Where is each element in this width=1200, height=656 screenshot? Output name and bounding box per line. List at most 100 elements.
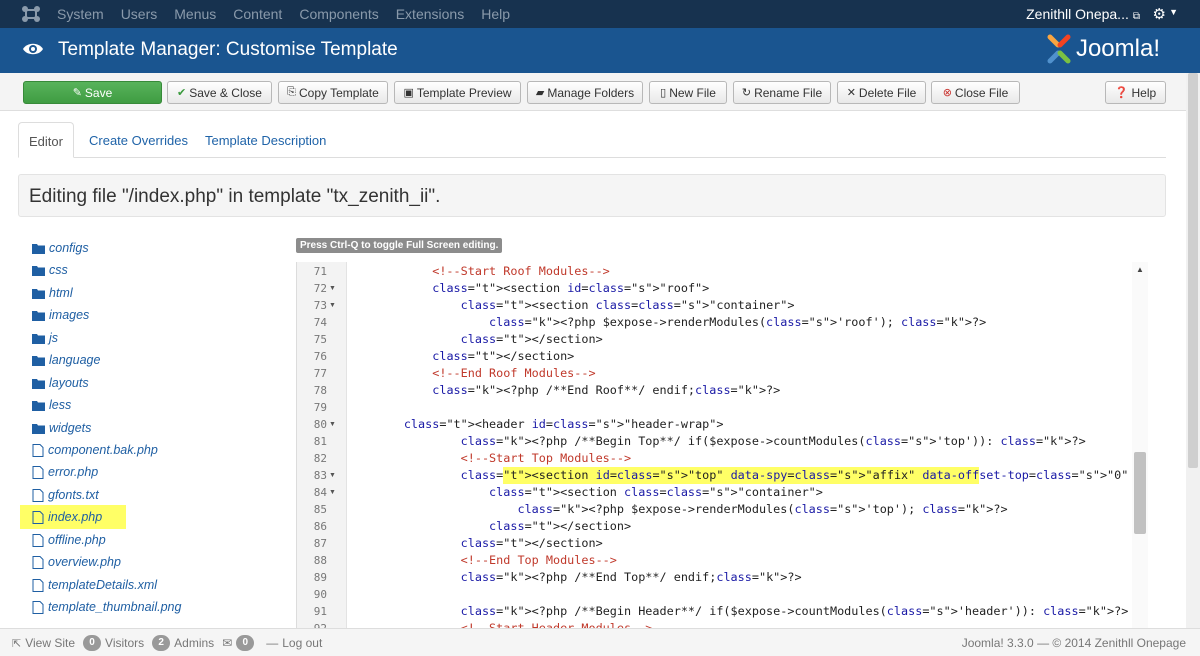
tree-folder-widgets[interactable]: widgets bbox=[32, 418, 91, 438]
menu-components[interactable]: Components bbox=[299, 6, 378, 22]
fold-arrow-icon[interactable]: ▼ bbox=[329, 467, 336, 484]
code-line[interactable]: class="t"><section class=class="s">"cont… bbox=[347, 297, 795, 314]
tree-file-template-thumbnail[interactable]: template_thumbnail.png bbox=[32, 597, 181, 617]
editor-scrollbar[interactable]: ▲ bbox=[1132, 262, 1148, 628]
check-icon: ✔ bbox=[177, 87, 187, 99]
close-file-button[interactable]: ⊗ Close File bbox=[931, 81, 1020, 104]
tree-file-offline[interactable]: offline.php bbox=[32, 530, 106, 550]
tree-folder-css[interactable]: css bbox=[32, 260, 68, 280]
tree-folder-layouts[interactable]: layouts bbox=[32, 373, 89, 393]
code-line[interactable]: class="t"></section> bbox=[347, 331, 603, 348]
cancel-circle-icon: ⊗ bbox=[942, 87, 952, 99]
tree-file-overview[interactable]: overview.php bbox=[32, 552, 121, 572]
editing-info-text: Editing file "/index.php" in template "t… bbox=[29, 186, 441, 207]
manage-folders-button[interactable]: ▰ Manage Folders bbox=[527, 81, 643, 104]
tab-template-description[interactable]: Template Description bbox=[205, 122, 326, 158]
tree-folder-language[interactable]: language bbox=[32, 350, 100, 370]
tree-folder-images[interactable]: images bbox=[32, 305, 89, 325]
tree-item-label: less bbox=[49, 398, 72, 412]
line-number: 92 bbox=[297, 620, 327, 628]
code-line[interactable]: class="k"><?php /**End Top**/ endif;clas… bbox=[347, 569, 802, 586]
tree-file-index-selected[interactable]: index.php bbox=[20, 505, 126, 529]
folder-icon bbox=[32, 288, 45, 299]
fold-arrow-icon[interactable]: ▼ bbox=[329, 416, 336, 433]
admins-label: Admins bbox=[174, 636, 215, 650]
copy-template-label: Copy Template bbox=[298, 85, 379, 100]
code-line[interactable]: <!--End Top Modules--> bbox=[347, 552, 617, 569]
new-file-button[interactable]: ▯ New File bbox=[649, 81, 727, 104]
tree-folder-configs[interactable]: configs bbox=[32, 238, 89, 258]
code-line[interactable]: class="t"></section> bbox=[347, 518, 631, 535]
page-scrollbar[interactable] bbox=[1186, 73, 1200, 628]
code-line[interactable]: <!--End Roof Modules--> bbox=[347, 365, 595, 382]
tab-create-overrides[interactable]: Create Overrides bbox=[89, 122, 188, 158]
tree-file-component-bak[interactable]: component.bak.php bbox=[32, 440, 158, 460]
copy-template-button[interactable]: ⎘ Copy Template bbox=[278, 81, 388, 104]
menu-menus[interactable]: Menus bbox=[174, 6, 216, 22]
line-number: 87 bbox=[313, 537, 327, 550]
code-line[interactable]: class="k"><?php $expose->renderModules(c… bbox=[347, 314, 986, 331]
line-number: 79 bbox=[313, 401, 327, 414]
line-number: 78 bbox=[313, 384, 327, 397]
tree-folder-js[interactable]: js bbox=[32, 328, 58, 348]
fold-arrow-icon[interactable]: ▼ bbox=[329, 297, 336, 314]
menu-help[interactable]: Help bbox=[481, 6, 510, 22]
file-icon bbox=[32, 443, 44, 457]
code-line[interactable]: class="k"><?php /**End Roof**/ endif;cla… bbox=[347, 382, 780, 399]
tree-item-label: component.bak.php bbox=[48, 443, 158, 457]
fullscreen-hint: Press Ctrl-Q to toggle Full Screen editi… bbox=[296, 238, 503, 253]
visitors-label: Visitors bbox=[105, 636, 145, 650]
view-site-link[interactable]: ⇱ View Site bbox=[12, 636, 75, 650]
tab-editor[interactable]: Editor bbox=[18, 122, 74, 158]
menu-users[interactable]: Users bbox=[121, 6, 158, 22]
file-icon bbox=[32, 555, 44, 569]
fold-arrow-icon[interactable]: ▼ bbox=[329, 280, 336, 297]
scroll-up-icon[interactable]: ▲ bbox=[1136, 265, 1144, 274]
save-button[interactable]: ✎ Save bbox=[23, 81, 162, 104]
code-line[interactable]: <!--Start Top Modules--> bbox=[347, 450, 631, 467]
delete-file-button[interactable]: ✕ Delete File bbox=[837, 81, 926, 104]
code-line[interactable]: class="k"><?php /**Begin Header**/ if($e… bbox=[347, 603, 1129, 620]
template-preview-button[interactable]: ▣ Template Preview bbox=[394, 81, 521, 104]
editor-scroll-thumb[interactable] bbox=[1134, 452, 1146, 534]
code-line[interactable]: class="k"><?php $expose->renderModules(c… bbox=[347, 501, 1007, 518]
code-line[interactable]: class="t"><section id=class="s">"roof"> bbox=[347, 280, 709, 297]
menu-extensions[interactable]: Extensions bbox=[396, 6, 464, 22]
tree-file-template-details[interactable]: templateDetails.xml bbox=[32, 575, 157, 595]
manage-folders-label: Manage Folders bbox=[547, 85, 635, 100]
line-number: 81 bbox=[313, 435, 327, 448]
messages-indicator[interactable]: ✉ 0 bbox=[222, 635, 258, 651]
line-number: 77 bbox=[313, 367, 327, 380]
logout-link[interactable]: — Log out bbox=[266, 636, 322, 650]
code-line[interactable]: <!--Start Roof Modules--> bbox=[347, 263, 610, 280]
fold-arrow-icon[interactable]: ▼ bbox=[329, 484, 336, 501]
code-line[interactable]: <!--Start Header Modules--> bbox=[347, 620, 653, 628]
tree-file-error[interactable]: error.php bbox=[32, 462, 98, 482]
tree-folder-less[interactable]: less bbox=[32, 395, 71, 415]
code-line[interactable]: class="t"></section> bbox=[347, 535, 603, 552]
code-editor[interactable]: 71 72 ▼ 73 ▼ 74 75 76 77 78 79 80 ▼ 81 82 83 ▼ 84 ▼ 85 86 87 8… bbox=[296, 262, 1148, 628]
tree-item-label: images bbox=[49, 308, 90, 322]
tree-folder-html[interactable]: html bbox=[32, 283, 73, 303]
joomla-logo-icon[interactable] bbox=[20, 4, 42, 24]
code-line[interactable]: class="t"><section class=class="s">"cont… bbox=[347, 484, 823, 501]
code-line[interactable]: class="t"><section id=class="s">"top" da… bbox=[347, 467, 1143, 484]
rename-file-button[interactable]: ↻ Rename File bbox=[733, 81, 831, 104]
gear-icon[interactable]: ⚙ bbox=[1153, 5, 1166, 23]
site-link[interactable]: Zenithll Onepa... ⧉ bbox=[1026, 6, 1140, 22]
folder-icon bbox=[32, 423, 45, 434]
menu-content[interactable]: Content bbox=[233, 6, 282, 22]
messages-count: 0 bbox=[236, 635, 255, 651]
file-icon bbox=[32, 578, 44, 592]
menu-system[interactable]: System bbox=[57, 6, 104, 22]
code-line[interactable]: class="t"></section> bbox=[347, 348, 574, 365]
save-close-button[interactable]: ✔ Save & Close bbox=[167, 81, 272, 104]
page-scroll-thumb[interactable] bbox=[1188, 73, 1198, 468]
help-button[interactable]: ❓ Help bbox=[1105, 81, 1166, 104]
tree-item-label: overview.php bbox=[48, 555, 121, 569]
code-line[interactable]: class="k"><?php /**Begin Top**/ if($expo… bbox=[347, 433, 1086, 450]
tree-item-label: gfonts.txt bbox=[48, 488, 99, 502]
code-area[interactable]: <!--Start Roof Modules--> class="t"><sec… bbox=[347, 262, 1143, 628]
code-line[interactable]: class="t"><header id=class="s">"header-w… bbox=[347, 416, 724, 433]
tree-file-gfonts[interactable]: gfonts.txt bbox=[32, 485, 99, 505]
